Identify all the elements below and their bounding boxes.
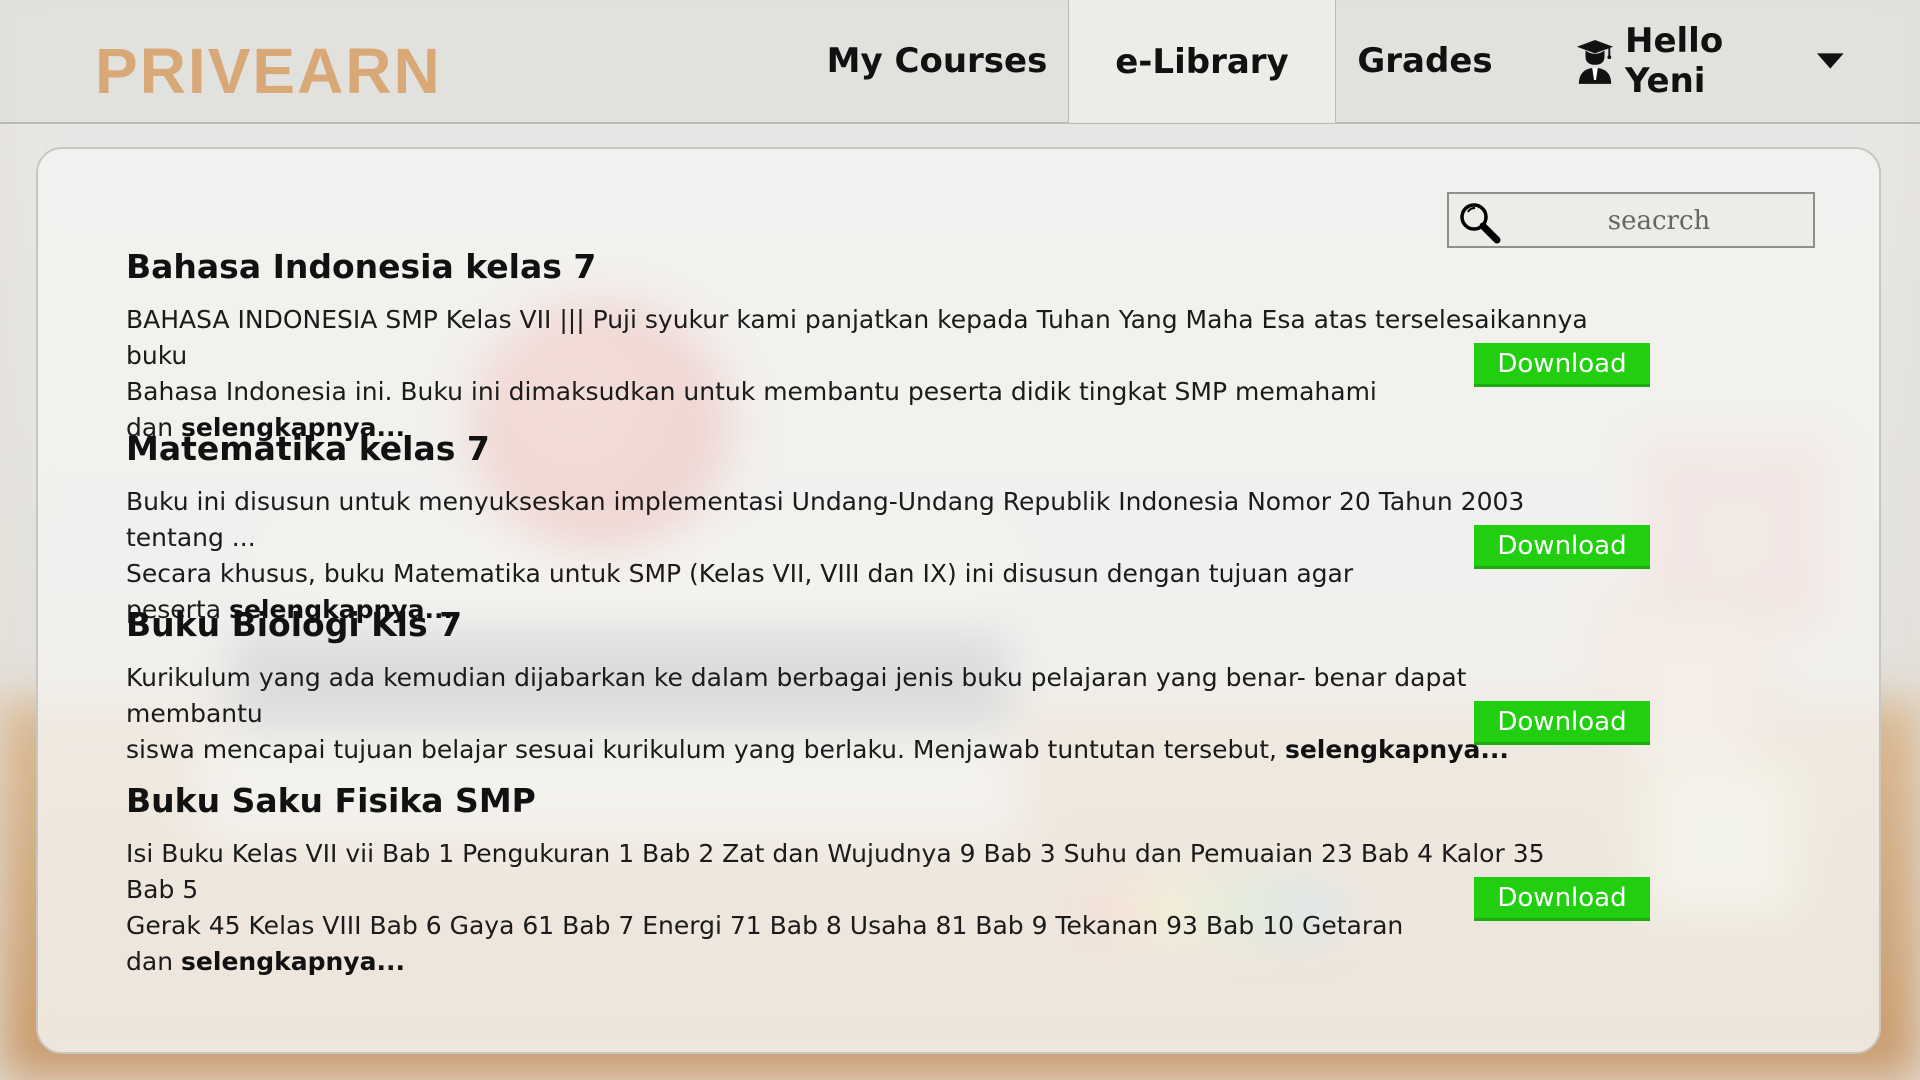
download-button[interactable]: Download xyxy=(1474,877,1650,921)
description-line: siswa mencapai tujuan belajar sesuai kur… xyxy=(126,735,1277,764)
description-line: Isi Buku Kelas VII vii Bab 1 Pengukuran … xyxy=(126,839,1545,904)
app-logo[interactable]: PRIVEARN xyxy=(95,34,442,108)
book-item: Matematika kelas 7 Buku ini disusun untu… xyxy=(126,426,1826,624)
top-navbar: PRIVEARN My Courses e-Library Grades Hel… xyxy=(0,0,1920,124)
caret-down-icon xyxy=(1817,53,1845,69)
book-item: Buku Saku Fisika SMP Isi Buku Kelas VII … xyxy=(126,778,1826,976)
download-button[interactable]: Download xyxy=(1474,525,1650,569)
book-item: Bahasa Indonesia kelas 7 BAHASA INDONESI… xyxy=(126,244,1826,442)
description-line: Buku ini disusun untuk menyukseskan impl… xyxy=(126,487,1525,552)
read-more-link[interactable]: selengkapnya... xyxy=(181,947,405,976)
download-button[interactable]: Download xyxy=(1474,343,1650,387)
book-title[interactable]: Buku Biologi Kls 7 xyxy=(126,602,1826,648)
book-description: BAHASA INDONESIA SMP Kelas VII ||| Puji … xyxy=(126,302,1596,446)
search-input[interactable] xyxy=(1509,196,1809,246)
nav-my-courses[interactable]: My Courses xyxy=(812,0,1062,122)
book-title[interactable]: Matematika kelas 7 xyxy=(126,426,1826,472)
book-description: Kurikulum yang ada kemudian dijabarkan k… xyxy=(126,660,1596,768)
book-item: Buku Biologi Kls 7 Kurikulum yang ada ke… xyxy=(126,602,1826,764)
user-menu[interactable]: Hello Yeni xyxy=(1575,0,1845,122)
nav-e-library[interactable]: e-Library xyxy=(1068,0,1336,123)
search-box[interactable] xyxy=(1447,192,1815,248)
description-line: BAHASA INDONESIA SMP Kelas VII ||| Puji … xyxy=(126,305,1588,370)
page: PRIVEARN My Courses e-Library Grades Hel… xyxy=(0,0,1920,1080)
nav-grades[interactable]: Grades xyxy=(1340,0,1510,122)
user-greeting: Hello Yeni xyxy=(1625,21,1724,101)
book-title[interactable]: Bahasa Indonesia kelas 7 xyxy=(126,244,1826,290)
magnifier-icon[interactable] xyxy=(1457,200,1501,244)
description-line: Kurikulum yang ada kemudian dijabarkan k… xyxy=(126,663,1467,728)
book-title[interactable]: Buku Saku Fisika SMP xyxy=(126,778,1826,824)
book-description: Isi Buku Kelas VII vii Bab 1 Pengukuran … xyxy=(126,836,1596,980)
user-graduate-icon xyxy=(1576,40,1614,84)
download-button[interactable]: Download xyxy=(1474,701,1650,745)
